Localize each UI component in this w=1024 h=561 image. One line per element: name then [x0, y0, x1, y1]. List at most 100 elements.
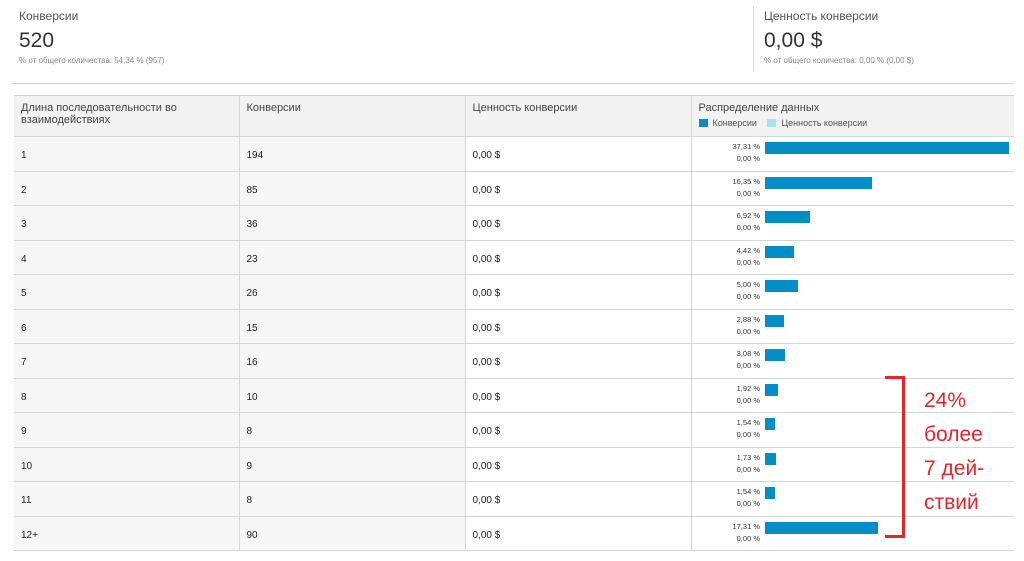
- table-row[interactable]: 8 10 0,00 $ 1,92 % 0,00 %: [14, 378, 1014, 413]
- cell-conversions: 9: [239, 447, 466, 482]
- cell-path-length: 11: [14, 481, 240, 517]
- column-header-path-length[interactable]: Длина последовательности во взаимодейств…: [14, 95, 240, 137]
- cell-conversions-text: 26: [246, 288, 258, 299]
- legend-swatch-conversion-value: [767, 119, 777, 127]
- cell-distribution: 17,31 % 0,00 %: [691, 516, 1014, 551]
- cell-path-length-text: 12+: [21, 529, 38, 541]
- legend-item-conversions: Конверсии: [698, 117, 757, 129]
- cell-conversion-value: 0,00 $: [465, 516, 692, 551]
- share-label: 4,42 %: [736, 245, 760, 255]
- cell-conversions-text: 23: [246, 253, 258, 265]
- cell-conversion-value-text: 0,00 $: [472, 184, 501, 196]
- table-row[interactable]: 9 8 0,00 $ 1,54 % 0,00 %: [14, 412, 1014, 448]
- cell-path-length: 10: [14, 447, 240, 482]
- share-label: 1,54 %: [736, 487, 760, 496]
- cell-path-length: 8: [14, 378, 240, 413]
- cell-path-length: 2: [14, 171, 240, 206]
- table-row[interactable]: 6 15 0,00 $ 2,88 % 0,00 %: [14, 309, 1014, 344]
- cell-conversions-text: 9: [246, 460, 253, 472]
- cell-conversion-value-text: 0,00 $: [472, 288, 501, 299]
- share-label: 2,88 %: [736, 314, 760, 324]
- annotation-text: 24% более 7 дей- ствий: [924, 384, 984, 520]
- cell-conversions-text: 8: [246, 495, 253, 506]
- table-row[interactable]: 2 85 0,00 $ 16,35 % 0,00 %: [14, 171, 1014, 206]
- annotation-line: 24%: [924, 389, 967, 412]
- cell-conversion-value: 0,00 $: [465, 412, 692, 448]
- cell-distribution: 4,42 % 0,00 %: [691, 240, 1014, 275]
- share-label: 3,08 %: [736, 349, 760, 358]
- cell-path-length-text: 11: [21, 495, 32, 506]
- kpi-conversion-value: Ценность конверсии 0,00 $ % от общего ко…: [764, 0, 1014, 80]
- cell-path-length-text: 5: [21, 288, 27, 299]
- share-bar: [764, 176, 872, 189]
- table-row[interactable]: 1 194 0,00 $ 37,31 % 0,00 %: [14, 136, 1014, 172]
- cell-conversions-text: 16: [246, 357, 258, 368]
- column-header-conversion-value[interactable]: Ценность конверсии: [465, 95, 692, 137]
- share-bar: [764, 521, 878, 534]
- column-header-distribution: Распределение данных Конверсии Ценность …: [691, 95, 1014, 137]
- cell-conversions-text: 85: [246, 184, 258, 196]
- cell-distribution: 5,00 % 0,00 %: [691, 274, 1014, 310]
- cell-path-length-text: 8: [21, 391, 27, 403]
- cell-path-length-text: 9: [21, 426, 27, 437]
- column-header-label: Длина последовательности во взаимодейств…: [21, 102, 177, 126]
- kpi-conversions: Конверсии 520 % от общего количества: 54…: [19, 0, 719, 80]
- table-row[interactable]: 5 26 0,00 $ 5,00 % 0,00 %: [14, 274, 1014, 310]
- cell-conversion-value: 0,00 $: [465, 447, 692, 482]
- cell-conversions-text: 194: [246, 150, 264, 161]
- value-share-label: 0,00 %: [736, 395, 760, 405]
- value-share-label: 0,00 %: [736, 292, 760, 301]
- legend-label: Ценность конверсии: [781, 118, 868, 128]
- cell-conversion-value: 0,00 $: [465, 378, 692, 413]
- table-row[interactable]: 12+ 90 0,00 $ 17,31 % 0,00 %: [14, 516, 1014, 551]
- cell-path-length: 9: [14, 412, 240, 448]
- cell-conversion-value: 0,00 $: [465, 136, 692, 172]
- share-label: 5,00 %: [736, 280, 760, 289]
- cell-path-length-text: 2: [21, 184, 27, 196]
- table-row[interactable]: 7 16 0,00 $ 3,08 % 0,00 %: [14, 343, 1014, 379]
- value-share-label: 0,00 %: [736, 326, 760, 336]
- table-row[interactable]: 4 23 0,00 $ 4,42 % 0,00 %: [14, 240, 1014, 275]
- share-label: 16,35 %: [732, 176, 760, 186]
- cell-path-length: 4: [14, 240, 240, 275]
- kpi-conversion-value-total: % от общего количества: 0,00 % (0,00 $): [764, 56, 914, 65]
- cell-conversions: 8: [239, 481, 466, 517]
- cell-distribution: 16,35 % 0,00 %: [691, 171, 1014, 206]
- value-share-label: 0,00 %: [736, 361, 760, 370]
- cell-path-length: 1: [14, 136, 240, 172]
- share-bar: [764, 142, 1009, 154]
- cell-conversion-value-text: 0,00 $: [472, 460, 501, 472]
- kpi-conversions-value: 520: [19, 29, 55, 52]
- value-share-label: 0,00 %: [736, 430, 760, 439]
- table-row[interactable]: 3 36 0,00 $ 6,92 % 0,00 %: [14, 205, 1014, 241]
- cell-distribution: 2,88 % 0,00 %: [691, 309, 1014, 344]
- annotation-line: 7 дей-: [924, 457, 985, 480]
- cell-conversions-text: 90: [246, 529, 258, 541]
- cell-conversions-text: 15: [246, 322, 258, 334]
- cell-conversion-value-text: 0,00 $: [472, 495, 501, 506]
- cell-path-length: 3: [14, 205, 240, 241]
- table-header-row: Длина последовательности во взаимодейств…: [14, 95, 1014, 137]
- column-header-label: Конверсии: [246, 102, 301, 114]
- legend-item-conversion-value: Ценность конверсии: [767, 117, 867, 129]
- cell-conversions: 8: [239, 412, 466, 448]
- path-length-table: Длина последовательности во взаимодейств…: [14, 95, 1014, 551]
- share-label: 1,54 %: [736, 418, 760, 427]
- column-header-conversions[interactable]: Конверсии: [239, 95, 466, 137]
- share-label: 37,31 %: [732, 142, 760, 151]
- table-row[interactable]: 11 8 0,00 $ 1,54 % 0,00 %: [14, 481, 1014, 517]
- legend-label: Конверсии: [712, 118, 757, 128]
- legend-swatch-conversions: [698, 119, 708, 127]
- cell-conversion-value: 0,00 $: [465, 274, 692, 310]
- kpi-divider: [753, 6, 754, 72]
- share-bar: [764, 452, 776, 465]
- value-share-label: 0,00 %: [736, 223, 760, 232]
- cell-conversions-text: 36: [246, 219, 258, 230]
- cell-conversions: 85: [239, 171, 466, 206]
- summary-divider: [11, 83, 1014, 84]
- kpi-conversions-label: Конверсии: [19, 9, 79, 23]
- cell-conversion-value-text: 0,00 $: [472, 150, 501, 161]
- cell-conversion-value: 0,00 $: [465, 481, 692, 517]
- table-row[interactable]: 10 9 0,00 $ 1,73 % 0,00 %: [14, 447, 1014, 482]
- cell-conversion-value: 0,00 $: [465, 240, 692, 275]
